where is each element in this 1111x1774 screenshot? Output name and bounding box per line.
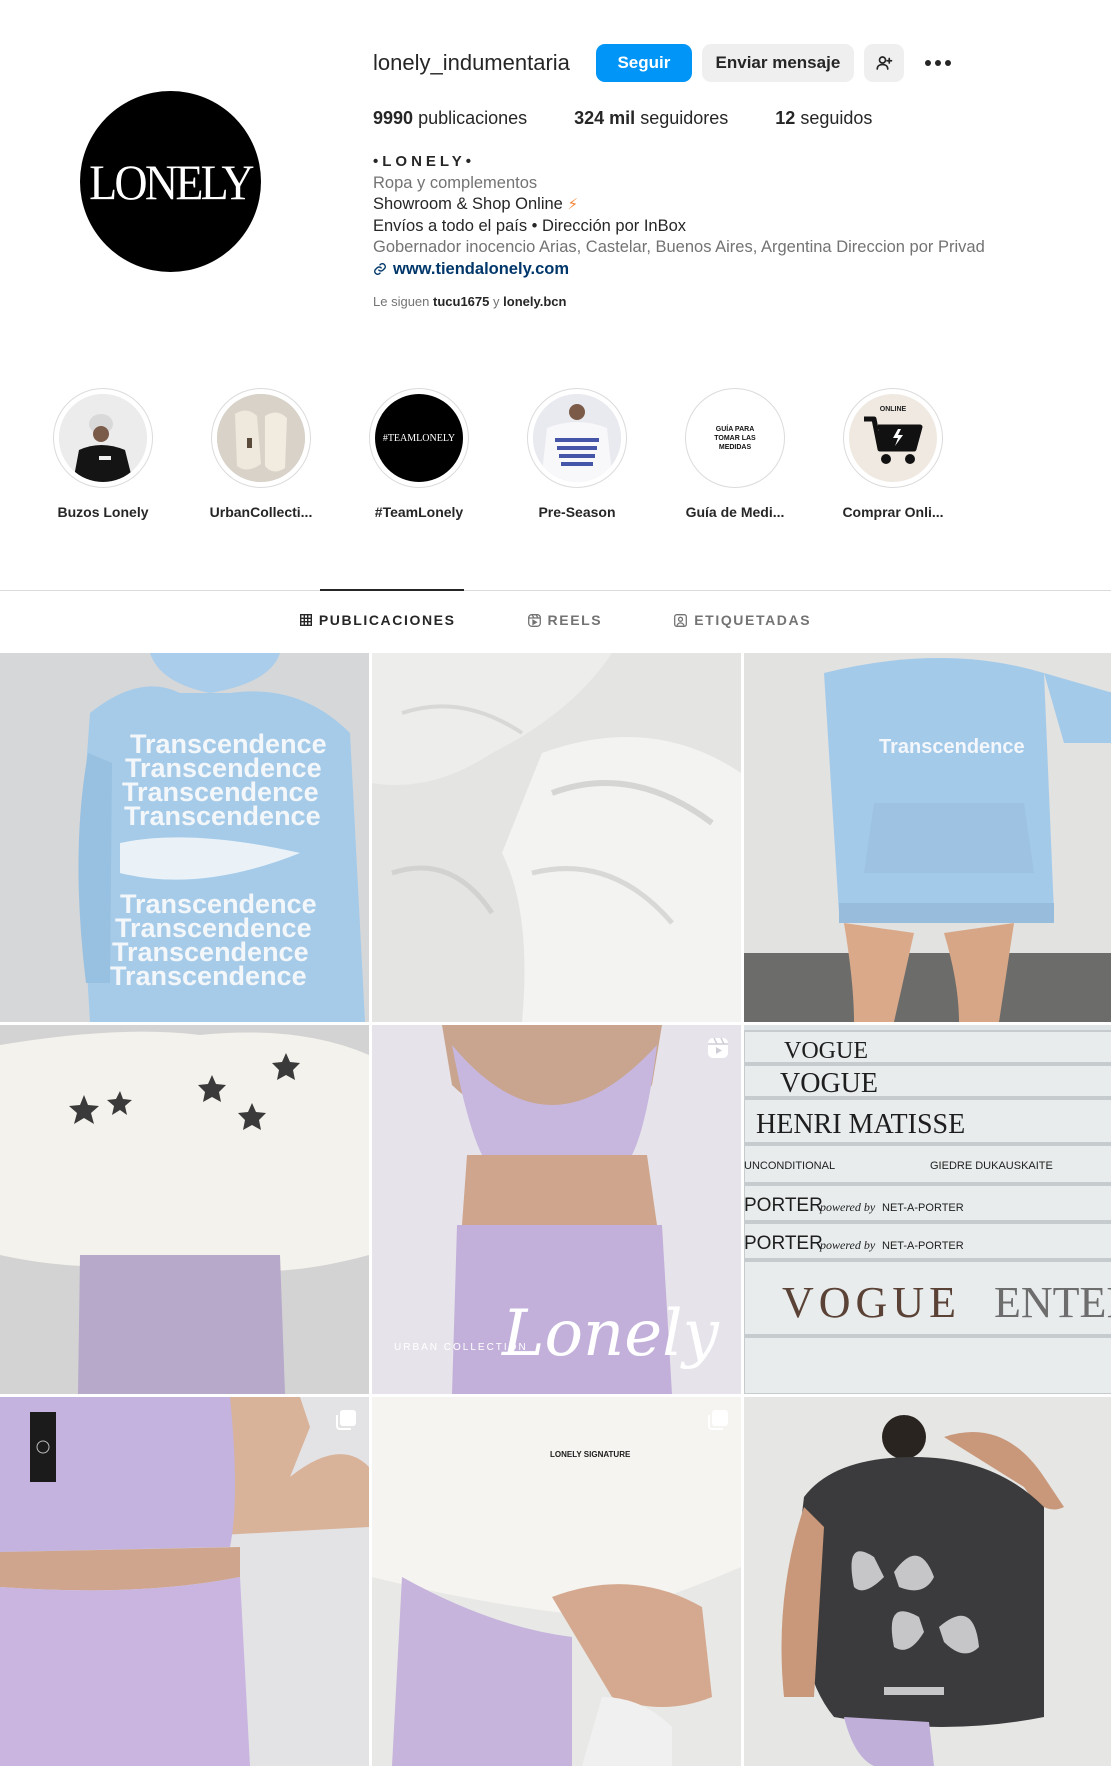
post-thumbnail[interactable]: Lonely URBAN COLLECTION	[372, 1025, 741, 1394]
tabs-divider	[0, 590, 1111, 591]
bio-line-shipping: Envíos a todo el país • Dirección por In…	[373, 216, 687, 235]
post-image	[744, 1397, 1111, 1766]
highlight-shop-online[interactable]: ONLINE Comprar Onli...	[842, 388, 944, 520]
svg-text:PORTER: PORTER	[744, 1195, 823, 1216]
post-image: VOGUE VOGUE HENRI MATISSE UNCONDITIONAL …	[744, 1025, 1111, 1394]
username: lonely_indumentaria	[373, 50, 570, 75]
tab-reels[interactable]: REELS	[527, 612, 603, 628]
post-thumbnail[interactable]: LONELY SIGNATURE	[372, 1397, 741, 1766]
svg-text:Transcendence: Transcendence	[110, 961, 307, 991]
post-thumbnail[interactable]	[744, 1397, 1111, 1766]
following-count[interactable]: 12 seguidos	[775, 108, 872, 129]
add-person-icon	[876, 56, 893, 70]
send-message-button[interactable]: Enviar mensaje	[701, 44, 854, 82]
profile-info: lonely_indumentaria Seguir Enviar mensaj…	[373, 44, 993, 309]
tab-posts[interactable]: PUBLICACIONES	[299, 612, 456, 628]
posts-grid: Transcendence Transcendence Transcendenc…	[0, 653, 1111, 1766]
highlight-cover-text: GUÍA PARA TOMAR LAS MEDIDAS	[714, 425, 756, 451]
post-thumbnail[interactable]: Transcendence	[744, 653, 1111, 1022]
highlight-size-guide[interactable]: GUÍA PARA TOMAR LAS MEDIDAS Guía de Medi…	[685, 388, 785, 520]
bio-name: •LONELY•	[373, 153, 475, 170]
post-image	[0, 1025, 369, 1394]
post-thumbnail[interactable]	[372, 653, 741, 1022]
shopping-cart-icon	[864, 416, 923, 464]
story-highlights: Buzos Lonely UrbanCollecti... #TEAMLONEL…	[53, 388, 1001, 520]
more-horizontal-icon	[924, 60, 951, 66]
reel-icon	[708, 1037, 728, 1058]
svg-text:Transcendence: Transcendence	[124, 801, 321, 831]
bio-line-showroom: Showroom & Shop Online ⚡	[373, 195, 578, 213]
post-thumbnail[interactable]: VOGUE VOGUE HENRI MATISSE UNCONDITIONAL …	[744, 1025, 1111, 1394]
svg-text:VOGUE: VOGUE	[784, 1038, 868, 1064]
highlight-cover-image	[533, 394, 621, 482]
svg-text:UNCONDITIONAL: UNCONDITIONAL	[744, 1160, 835, 1172]
overlay-script-text: Lonely	[501, 1297, 720, 1371]
highlight-cover-text: ONLINE	[879, 405, 907, 413]
tagged-user-icon	[674, 613, 688, 627]
profile-action-row: lonely_indumentaria Seguir Enviar mensaj…	[373, 44, 993, 82]
overlay-subtext: URBAN COLLECTION	[394, 1342, 528, 1353]
bio-address[interactable]: Gobernador inocencio Arias, Castelar, Bu…	[373, 237, 993, 259]
highlight-cover-image	[59, 394, 147, 482]
profile-stats: 9990 publicaciones 324 mil seguidores 12…	[373, 108, 993, 129]
highlight-cover-text: #TEAMLONELY	[382, 432, 456, 444]
avatar-logo-text: LONELY	[89, 153, 255, 210]
svg-text:VOGUE: VOGUE	[782, 1278, 961, 1327]
more-options-button[interactable]	[918, 44, 958, 82]
followers-count[interactable]: 324 mil seguidores	[574, 108, 728, 129]
post-thumbnail[interactable]: Transcendence Transcendence Transcendenc…	[0, 653, 369, 1022]
posts-count: 9990 publicaciones	[373, 108, 528, 128]
profile-tabs: PUBLICACIONES REELS ETIQUETADAS	[0, 612, 1111, 628]
post-image: Transcendence Transcendence Transcendenc…	[0, 653, 369, 1022]
carousel-icon	[708, 1410, 728, 1430]
suggested-accounts-button[interactable]	[863, 44, 904, 82]
carousel-icon	[336, 1410, 356, 1430]
bio-category: Ropa y complementos	[373, 173, 538, 192]
svg-text:HENRI MATISSE: HENRI MATISSE	[756, 1109, 965, 1140]
svg-text:VOGUE: VOGUE	[780, 1068, 878, 1099]
reels-icon	[527, 613, 541, 627]
follow-button[interactable]: Seguir	[595, 44, 692, 82]
post-image	[0, 1397, 369, 1766]
svg-text:NET-A-PORTER: NET-A-PORTER	[882, 1240, 964, 1252]
followed-by[interactable]: Le siguen tucu1675 y lonely.bcn	[373, 294, 993, 309]
bio-website-link[interactable]: www.tiendalonely.com	[373, 259, 993, 281]
print-text: LONELY SIGNATURE	[550, 1450, 631, 1459]
svg-text:ENTER: ENTER	[994, 1278, 1111, 1327]
post-thumbnail[interactable]	[0, 1397, 369, 1766]
post-image	[372, 653, 741, 1022]
svg-text:NET-A-PORTER: NET-A-PORTER	[882, 1202, 964, 1214]
profile-bio: •LONELY• Ropa y complementos Showroom & …	[373, 151, 993, 280]
svg-text:powered by: powered by	[819, 1238, 876, 1252]
tab-tagged[interactable]: ETIQUETADAS	[674, 612, 811, 628]
svg-text:powered by: powered by	[819, 1200, 876, 1214]
post-image: LONELY SIGNATURE	[372, 1397, 741, 1766]
highlight-pre-season[interactable]: Pre-Season	[527, 388, 627, 520]
grid-icon	[299, 614, 312, 626]
active-tab-indicator	[320, 589, 464, 591]
print-text: Transcendence	[879, 736, 1025, 758]
profile-avatar[interactable]: LONELY	[80, 91, 261, 272]
link-icon	[374, 263, 386, 276]
highlight-buzos-lonely[interactable]: Buzos Lonely	[53, 388, 153, 520]
post-image: Lonely URBAN COLLECTION	[372, 1025, 741, 1394]
post-image: Transcendence	[744, 653, 1111, 1022]
highlight-team-lonely[interactable]: #TEAMLONELY #TeamLonely	[369, 388, 469, 520]
lightning-icon: ⚡	[567, 196, 578, 213]
svg-text:PORTER: PORTER	[744, 1233, 823, 1254]
post-thumbnail[interactable]	[0, 1025, 369, 1394]
highlight-urban-collection[interactable]: UrbanCollecti...	[210, 388, 312, 520]
highlight-cover-image	[217, 394, 305, 482]
svg-text:GIEDRE DUKAUSKAITE: GIEDRE DUKAUSKAITE	[930, 1160, 1053, 1172]
